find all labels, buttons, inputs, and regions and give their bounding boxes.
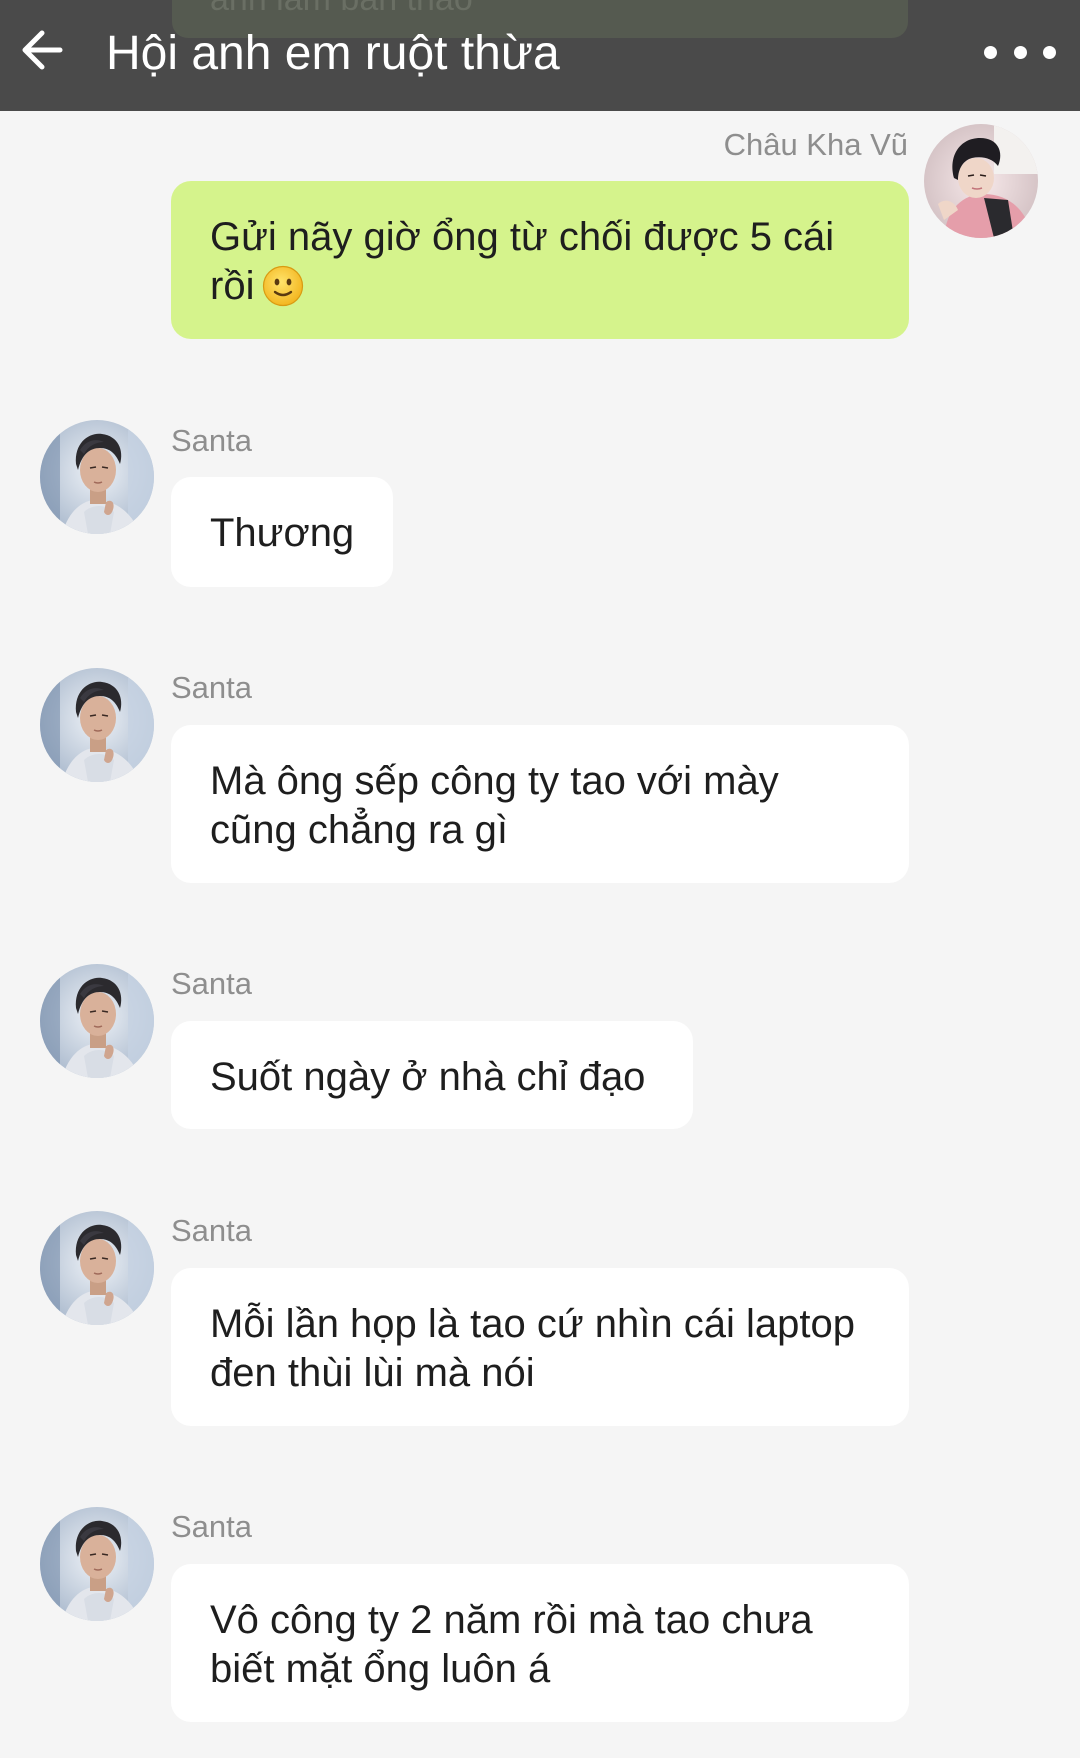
back-button[interactable] [14,22,70,78]
avatar-santa[interactable] [40,1211,154,1325]
avatar-santa[interactable] [40,1507,154,1621]
more-options-button[interactable] [984,30,1056,74]
avatar-photo [924,124,1038,238]
avatar-santa[interactable] [40,668,154,782]
avatar-chau-kha-vu[interactable] [924,124,1038,238]
avatar-santa[interactable] [40,420,154,534]
avatar-photo [40,420,154,534]
message-bubble-incoming[interactable]: Suốt ngày ở nhà chỉ đạo [171,1021,693,1129]
avatar-photo [40,964,154,1078]
more-dots-icon [984,45,997,59]
sender-name: Santa [171,966,253,1001]
message-bubble-incoming[interactable]: Vô công ty 2 năm rồi mà tao chưa biết mặ… [171,1564,909,1722]
message-text: Vô công ty 2 năm rồi mà tao chưa biết mặ… [210,1598,813,1691]
sender-name: Châu Kha Vũ [723,127,908,162]
message-text: Suốt ngày ở nhà chỉ đạo [210,1055,646,1099]
message-text: Mà ông sếp công ty tao với mày cũng chẳn… [210,759,779,852]
message-bubble-outgoing[interactable]: Gửi nãy giờ ổng từ chối được 5 cái rồi [171,181,909,339]
message-bubble-incoming[interactable]: Thương [171,477,393,587]
sender-name: Santa [171,423,253,458]
sender-name: Santa [171,1509,253,1544]
message-text: Thương [210,511,355,555]
message-list[interactable]: Châu Kha Vũ Gửi nãy giờ ổng từ chối được… [0,111,1080,1758]
message-bubble-incoming[interactable]: Mà ông sếp công ty tao với mày cũng chẳn… [171,725,909,883]
message-bubble-incoming[interactable]: Mỗi lần họp là tao cứ nhìn cái laptop đe… [171,1268,909,1426]
avatar-photo [40,1211,154,1325]
chat-title: Hội anh em ruột thừa [106,27,560,80]
sender-name: Santa [171,670,253,705]
message-text: Mỗi lần họp là tao cứ nhìn cái laptop đe… [210,1302,855,1395]
avatar-photo [40,668,154,782]
slightly-smiling-face-icon [263,265,304,307]
avatar-santa[interactable] [40,964,154,1078]
chat-header: anh làm bản thảo Hội anh em ruột thừa [0,0,1080,111]
previous-message-fragment: anh làm bản thảo [210,0,473,19]
avatar-photo [40,1507,154,1621]
arrow-left-icon [22,30,63,70]
sender-name: Santa [171,1213,253,1248]
